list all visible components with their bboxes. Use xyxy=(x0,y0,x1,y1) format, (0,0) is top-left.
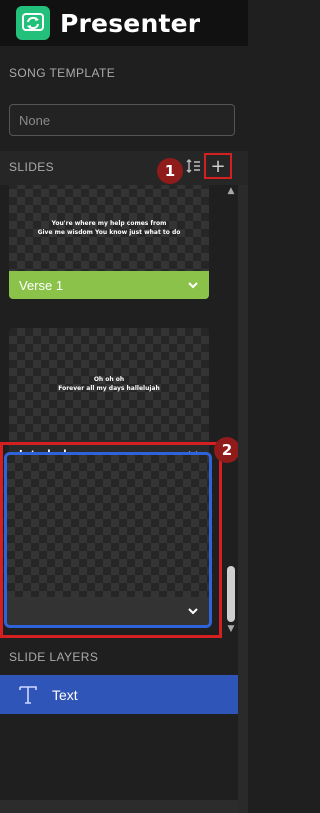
slide-preview-text: You're where my help comes from Give me … xyxy=(37,220,181,236)
slide-footer[interactable]: Verse 1 xyxy=(9,271,209,299)
song-template-select[interactable]: None xyxy=(9,104,235,136)
slide-thumbnail: You're where my help comes from Give me … xyxy=(9,185,209,271)
layer-item-text[interactable]: Text xyxy=(0,675,238,714)
panel-edge xyxy=(238,185,248,813)
sort-icon[interactable] xyxy=(186,158,202,174)
slide-card-new[interactable] xyxy=(4,452,212,628)
slide-card-verse-1[interactable]: You're where my help comes from Give me … xyxy=(9,185,209,299)
app-header: Presenter xyxy=(0,0,248,46)
app-title: Presenter xyxy=(60,8,201,38)
plus-icon: + xyxy=(210,155,226,177)
song-template-value: None xyxy=(19,112,51,128)
slide-thumbnail: Oh oh oh Forever all my days hallelujah xyxy=(9,328,209,440)
slide-thumbnail xyxy=(7,455,209,597)
slides-label: SLIDES xyxy=(9,160,55,174)
layer-label: Text xyxy=(52,686,78,703)
horizontal-scrollbar[interactable] xyxy=(0,800,238,813)
scroll-down-arrow-icon[interactable]: ▼ xyxy=(224,624,238,636)
slide-footer[interactable] xyxy=(7,597,209,625)
slide-preview-text: Oh oh oh Forever all my days hallelujah xyxy=(58,376,160,392)
scroll-up-arrow-icon[interactable]: ▲ xyxy=(224,186,238,198)
song-template-label: SONG TEMPLATE xyxy=(9,66,116,80)
chevron-down-icon[interactable] xyxy=(187,279,199,291)
callout-badge-1: 1 xyxy=(157,158,183,184)
add-slide-button[interactable]: + xyxy=(204,153,232,179)
text-layer-icon xyxy=(19,685,37,704)
chevron-down-icon[interactable] xyxy=(187,605,199,617)
presenter-logo-icon xyxy=(16,6,50,40)
slides-list: You're where my help comes from Give me … xyxy=(0,185,224,640)
slide-label: Verse 1 xyxy=(19,277,64,293)
slide-layers-label: SLIDE LAYERS xyxy=(9,650,99,664)
scrollbar-thumb[interactable] xyxy=(227,566,235,622)
